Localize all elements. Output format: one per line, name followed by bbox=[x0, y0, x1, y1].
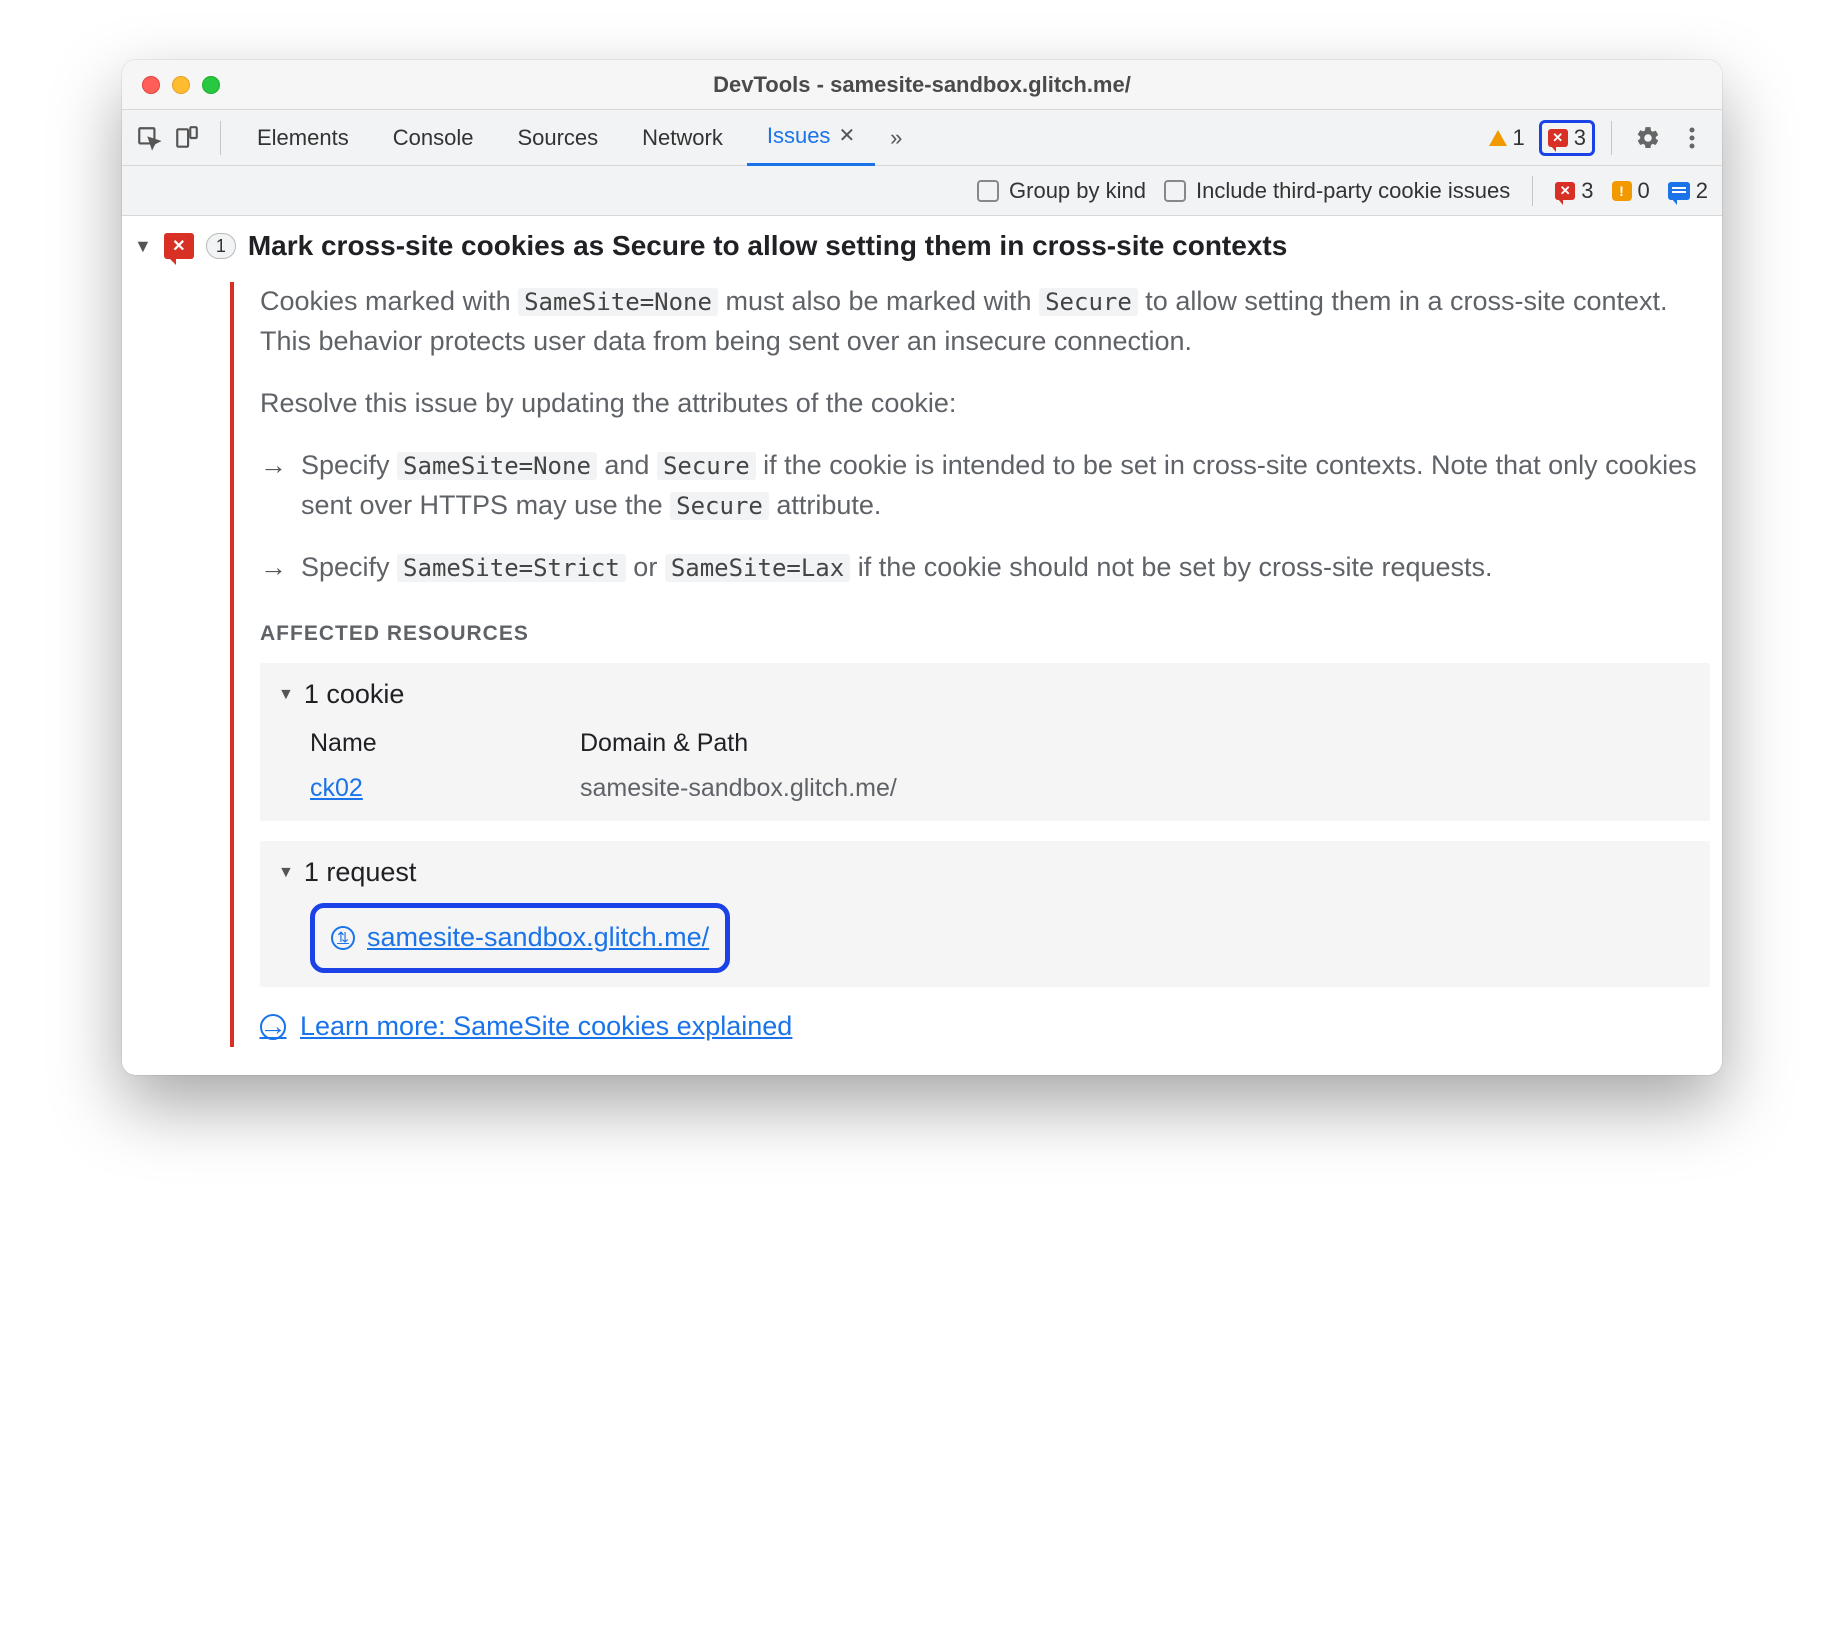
code-samesite-none: SameSite=None bbox=[397, 452, 597, 480]
request-url: samesite-sandbox.glitch.me/ bbox=[367, 918, 709, 958]
tab-sources[interactable]: Sources bbox=[497, 110, 618, 166]
main-toolbar: Elements Console Sources Network Issues … bbox=[122, 110, 1722, 166]
learn-more-label: Learn more: SameSite cookies explained bbox=[300, 1007, 792, 1047]
col-name: Name bbox=[310, 725, 520, 762]
window-titlebar: DevTools - samesite-sandbox.glitch.me/ bbox=[122, 60, 1722, 110]
group-by-kind-checkbox[interactable]: Group by kind bbox=[977, 178, 1146, 204]
subbar-error-count: 3 bbox=[1581, 178, 1593, 204]
checkbox-icon bbox=[977, 180, 999, 202]
requests-group-header[interactable]: ▼ 1 request bbox=[278, 853, 1692, 893]
code-samesite-strict: SameSite=Strict bbox=[397, 554, 626, 582]
close-tab-icon[interactable]: ✕ bbox=[838, 108, 855, 164]
error-count: 3 bbox=[1574, 125, 1586, 151]
error-icon: ✕ bbox=[1548, 129, 1568, 147]
tab-sources-label: Sources bbox=[517, 110, 598, 166]
issue-bullet-2: → Specify SameSite=Strict or SameSite=La… bbox=[260, 548, 1710, 588]
issue-bullet-1: → Specify SameSite=None and Secure if th… bbox=[260, 446, 1710, 526]
tab-elements[interactable]: Elements bbox=[237, 110, 369, 166]
subbar-separator bbox=[1532, 176, 1533, 206]
info-icon: ! bbox=[1612, 181, 1632, 201]
expand-icon: ▼ bbox=[278, 861, 294, 885]
subbar-info-count: 0 bbox=[1638, 178, 1650, 204]
devtools-window: DevTools - samesite-sandbox.glitch.me/ E… bbox=[122, 60, 1722, 1075]
expand-icon: ▼ bbox=[134, 236, 152, 257]
code-secure: Secure bbox=[657, 452, 756, 480]
cookies-table-header: Name Domain & Path bbox=[310, 725, 1692, 762]
issue-body: Cookies marked with SameSite=None must a… bbox=[230, 282, 1710, 1047]
warning-icon bbox=[1489, 130, 1507, 146]
warning-count: 1 bbox=[1513, 125, 1525, 151]
subbar-info-badge[interactable]: ! 0 bbox=[1612, 178, 1650, 204]
code-secure: Secure bbox=[670, 492, 769, 520]
cookie-domain: samesite-sandbox.glitch.me/ bbox=[580, 770, 897, 807]
requests-group-label: 1 request bbox=[304, 853, 417, 893]
learn-more-icon: → bbox=[260, 1014, 286, 1040]
issue-description: Cookies marked with SameSite=None must a… bbox=[260, 282, 1710, 362]
error-icon: ✕ bbox=[1555, 182, 1575, 200]
checkbox-icon bbox=[1164, 180, 1186, 202]
issues-panel: ▼ ✕ 1 Mark cross-site cookies as Secure … bbox=[122, 216, 1722, 1075]
code-secure: Secure bbox=[1039, 288, 1138, 316]
subbar-message-badge[interactable]: 2 bbox=[1668, 178, 1708, 204]
error-icon: ✕ bbox=[164, 233, 194, 259]
toolbar-separator bbox=[1611, 121, 1612, 155]
cookies-table: Name Domain & Path ck02 samesite-sandbox… bbox=[278, 725, 1692, 807]
issue-resolve-intro: Resolve this issue by updating the attri… bbox=[260, 384, 1710, 424]
tab-network-label: Network bbox=[642, 110, 723, 166]
cookies-group-header[interactable]: ▼ 1 cookie bbox=[278, 675, 1692, 715]
tab-elements-label: Elements bbox=[257, 110, 349, 166]
tab-issues[interactable]: Issues ✕ bbox=[747, 110, 875, 166]
expand-icon: ▼ bbox=[278, 683, 294, 707]
requests-group: ▼ 1 request ⇅ samesite-sandbox.glitch.me… bbox=[260, 841, 1710, 987]
col-domain: Domain & Path bbox=[580, 725, 748, 762]
tab-console[interactable]: Console bbox=[373, 110, 494, 166]
subbar-error-badge[interactable]: ✕ 3 bbox=[1555, 178, 1593, 204]
error-count-badge[interactable]: ✕ 3 bbox=[1539, 120, 1595, 156]
warning-count-badge[interactable]: 1 bbox=[1489, 125, 1525, 151]
subbar-message-count: 2 bbox=[1696, 178, 1708, 204]
more-tabs-icon[interactable]: » bbox=[879, 121, 913, 155]
affected-resources-heading: AFFECTED RESOURCES bbox=[260, 618, 1710, 649]
issue-count-badge: 1 bbox=[206, 233, 236, 259]
table-row: ck02 samesite-sandbox.glitch.me/ bbox=[310, 770, 1692, 807]
arrow-icon: → bbox=[260, 446, 287, 526]
kebab-menu-icon[interactable] bbox=[1672, 126, 1712, 150]
network-icon: ⇅ bbox=[331, 926, 355, 950]
group-by-kind-label: Group by kind bbox=[1009, 178, 1146, 204]
settings-icon[interactable] bbox=[1628, 125, 1668, 151]
window-title: DevTools - samesite-sandbox.glitch.me/ bbox=[122, 72, 1722, 98]
tab-network[interactable]: Network bbox=[622, 110, 743, 166]
issue-header[interactable]: ▼ ✕ 1 Mark cross-site cookies as Secure … bbox=[134, 230, 1710, 262]
include-third-party-label: Include third-party cookie issues bbox=[1196, 178, 1510, 204]
cookie-name-link[interactable]: ck02 bbox=[310, 774, 363, 802]
arrow-icon: → bbox=[260, 548, 287, 588]
cookies-group: ▼ 1 cookie Name Domain & Path ck02 sames… bbox=[260, 663, 1710, 821]
toolbar-separator bbox=[220, 121, 221, 155]
inspect-element-icon[interactable] bbox=[132, 121, 166, 155]
requests-list: ⇅ samesite-sandbox.glitch.me/ bbox=[278, 903, 1692, 973]
include-third-party-checkbox[interactable]: Include third-party cookie issues bbox=[1164, 178, 1510, 204]
message-icon bbox=[1668, 182, 1690, 200]
issue-title: Mark cross-site cookies as Secure to all… bbox=[248, 230, 1287, 262]
tab-console-label: Console bbox=[393, 110, 474, 166]
cookies-group-label: 1 cookie bbox=[304, 675, 405, 715]
learn-more-link[interactable]: → Learn more: SameSite cookies explained bbox=[260, 1007, 1710, 1047]
request-link[interactable]: ⇅ samesite-sandbox.glitch.me/ bbox=[310, 903, 730, 973]
issues-subbar: Group by kind Include third-party cookie… bbox=[122, 166, 1722, 216]
code-samesite-lax: SameSite=Lax bbox=[665, 554, 850, 582]
device-toggle-icon[interactable] bbox=[170, 121, 204, 155]
tab-issues-label: Issues bbox=[767, 108, 831, 164]
code-samesite-none: SameSite=None bbox=[518, 288, 718, 316]
